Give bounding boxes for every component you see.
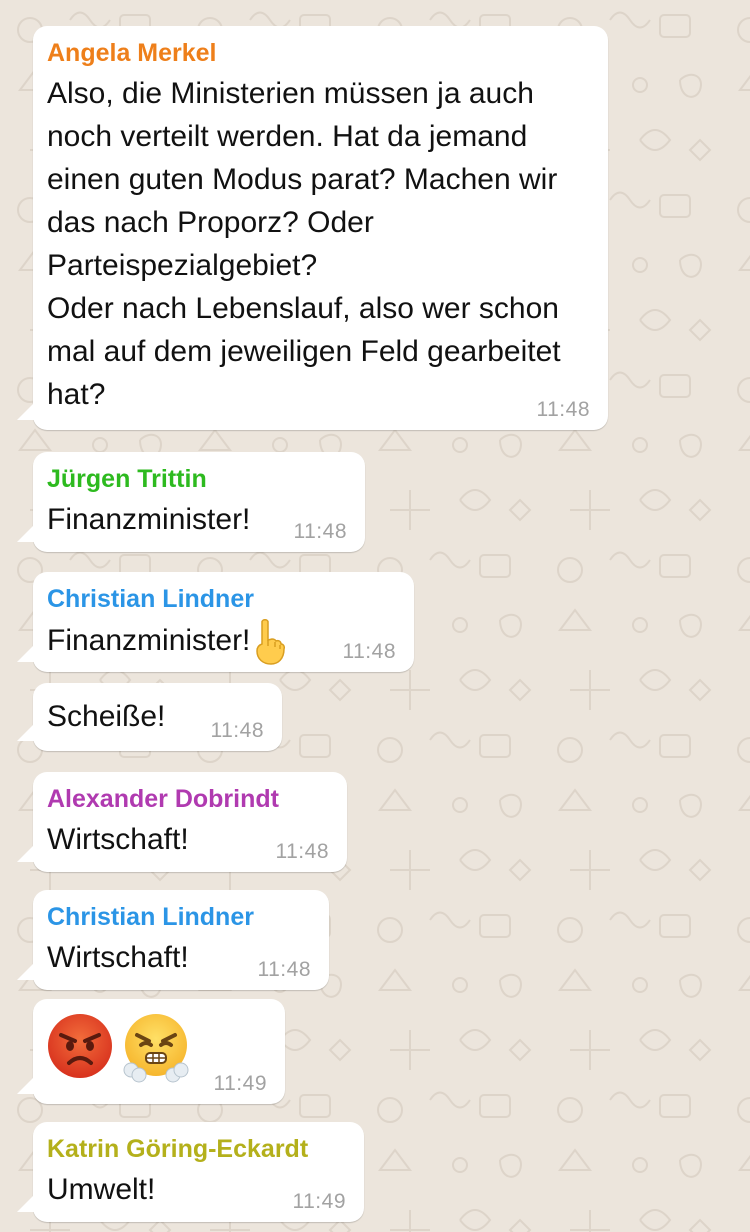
message-sender: Katrin Göring-Eckardt <box>47 1135 309 1163</box>
message-sender: Alexander Dobrindt <box>47 785 279 813</box>
message-time: 11:48 <box>536 398 590 421</box>
message-bubble[interactable]: Scheiße! 11:48 <box>17 683 282 751</box>
message-time: 11:48 <box>275 840 329 863</box>
message-bubble[interactable]: Jürgen Trittin Finanzminister! 11:48 <box>17 452 365 552</box>
message-time: 11:48 <box>257 958 311 981</box>
message-time: 11:48 <box>210 719 264 742</box>
pouting-face-icon <box>48 1014 112 1078</box>
message-sender: Angela Merkel <box>47 39 217 67</box>
chat-thread: Angela Merkel Also, die Ministerien müss… <box>0 0 750 1232</box>
message-sender: Jürgen Trittin <box>47 465 207 493</box>
message-bubble[interactable]: Alexander Dobrindt Wirtschaft! 11:48 <box>17 772 347 872</box>
message-bubble[interactable]: Katrin Göring-Eckardt Umwelt! 11:49 <box>17 1122 364 1222</box>
message-bubble[interactable]: Christian Lindner Finanzminister! 11:48 <box>17 572 414 672</box>
message-time: 11:48 <box>342 640 396 663</box>
message-text: Also, die Ministerien müssen ja auch noc… <box>47 77 561 411</box>
index-pointing-up-icon <box>256 619 286 665</box>
message-time: 11:49 <box>292 1190 346 1213</box>
message-bubble[interactable]: Angela Merkel Also, die Ministerien müss… <box>17 26 608 430</box>
message-sender: Christian Lindner <box>47 585 254 613</box>
message-time: 11:49 <box>213 1072 267 1095</box>
message-bubble[interactable]: Christian Lindner Wirtschaft! 11:48 <box>17 890 329 990</box>
message-text: Finanzminister! <box>47 623 251 657</box>
message-time: 11:48 <box>293 520 347 543</box>
message-bubble[interactable]: 11:49 <box>17 999 285 1104</box>
face-with-steam-icon <box>123 1014 189 1083</box>
message-sender: Christian Lindner <box>47 903 254 931</box>
